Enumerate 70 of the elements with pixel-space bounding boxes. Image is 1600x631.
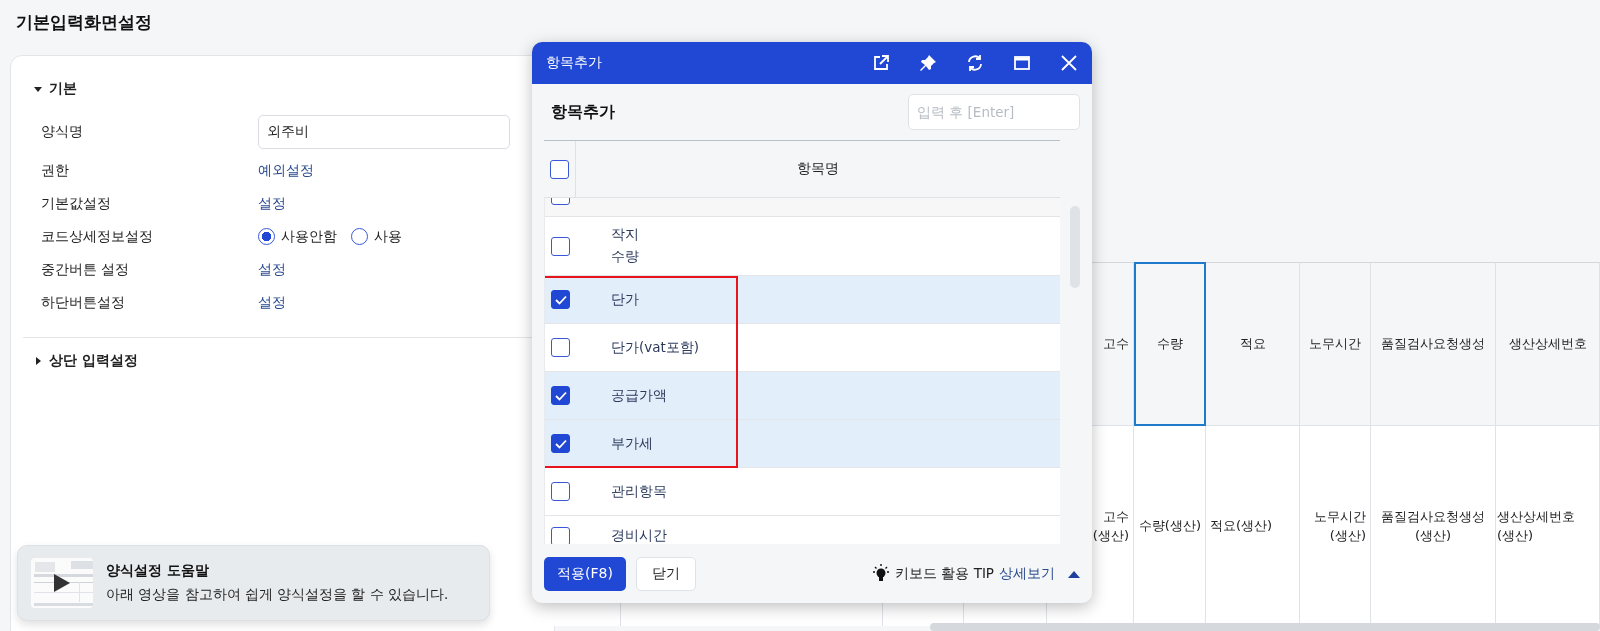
checkbox[interactable] xyxy=(551,290,570,309)
list-row[interactable]: 부가세 xyxy=(545,420,1060,468)
list-row[interactable]: 단가(vat포함) xyxy=(545,324,1060,372)
list-row[interactable]: 관리항목 xyxy=(545,468,1060,516)
field-label: 코드상세정보설정 xyxy=(41,227,154,246)
checkbox[interactable] xyxy=(551,482,570,501)
field-label: 기본값설정 xyxy=(41,194,112,213)
help-description: 아래 영상을 참고하여 쉽게 양식설정을 할 수 있습니다. xyxy=(106,586,449,604)
setting-link[interactable]: 설정 xyxy=(258,293,286,312)
radio-button[interactable] xyxy=(258,228,275,245)
column-header[interactable]: 노무시간 xyxy=(1300,262,1371,426)
pin-icon[interactable] xyxy=(919,54,937,72)
input-field[interactable]: 외주비 xyxy=(258,115,510,149)
item-name: 공급가액 xyxy=(610,385,667,405)
table-cell: 품질검사요청생성(생산) xyxy=(1371,426,1496,626)
tip-label: 키보드 활용 TIP xyxy=(895,564,994,583)
list-row[interactable]: 공급가액 xyxy=(545,372,1060,420)
column-header[interactable]: 품질검사요청생성 xyxy=(1371,262,1496,426)
help-title: 양식설정 도움말 xyxy=(106,562,210,580)
lightbulb-icon xyxy=(872,563,891,584)
maximize-icon[interactable] xyxy=(1013,54,1031,72)
table-cell: 생산상세번호 (생산) xyxy=(1496,426,1600,626)
checkbox[interactable] xyxy=(551,236,570,256)
caret-up-icon[interactable] xyxy=(1068,569,1080,578)
setting-link[interactable]: 예외설정 xyxy=(258,161,314,180)
setting-link[interactable]: 설정 xyxy=(258,194,286,213)
external-link-icon[interactable] xyxy=(872,54,890,72)
search-field[interactable]: 입력 후 [Enter] xyxy=(908,94,1080,130)
item-name: 작지 수량 xyxy=(610,225,639,266)
radio-label[interactable]: 사용안함 xyxy=(281,227,337,246)
apply-button[interactable]: 적용(F8) xyxy=(544,556,626,591)
close-button[interactable]: 닫기 xyxy=(635,556,696,591)
page-title: 기본입력화면설정 xyxy=(16,11,152,34)
help-card[interactable]: 양식설정 도움말 아래 영상을 참고하여 쉽게 양식설정을 할 수 있습니다. xyxy=(17,545,490,621)
checkbox[interactable] xyxy=(551,386,570,405)
field-label: 하단버튼설정 xyxy=(41,293,126,312)
column-header: 항목명 xyxy=(796,159,840,178)
field-label: 양식명 xyxy=(41,123,84,141)
play-icon[interactable] xyxy=(53,573,71,593)
list-row[interactable]: 경비시간 xyxy=(545,516,1060,544)
section-title[interactable]: 기본 xyxy=(49,80,77,98)
item-name: 경비시간 xyxy=(610,526,667,544)
refresh-icon[interactable] xyxy=(966,54,984,72)
item-name: 단가 xyxy=(610,289,639,309)
dialog-heading: 항목추가 xyxy=(551,101,615,123)
radio-label[interactable]: 사용 xyxy=(374,227,402,246)
caret-right-icon[interactable] xyxy=(33,356,43,366)
column-header[interactable]: 생산상세번호 xyxy=(1496,262,1600,426)
dialog-title: 항목추가 xyxy=(546,54,602,72)
caret-down-icon[interactable] xyxy=(33,84,43,94)
section-title[interactable]: 상단 입력설정 xyxy=(49,352,138,370)
setting-link[interactable]: 설정 xyxy=(258,260,286,279)
table-cell: 수량(생산) xyxy=(1134,426,1206,626)
item-name: 관리항목 xyxy=(610,481,667,501)
field-label: 중간버튼 설정 xyxy=(41,260,131,279)
list-row[interactable]: 단가 xyxy=(545,276,1060,324)
column-header[interactable]: 수량 xyxy=(1134,262,1206,426)
column-header[interactable]: 적요 xyxy=(1206,262,1300,426)
checkbox[interactable] xyxy=(551,338,570,357)
scrollbar[interactable] xyxy=(930,623,1600,631)
item-name: 단가(vat포함) xyxy=(610,337,700,357)
field-label: 권한 xyxy=(41,161,70,180)
table-cell: 적요(생산) xyxy=(1206,426,1300,626)
close-icon[interactable] xyxy=(1060,54,1078,72)
checkbox[interactable] xyxy=(551,526,570,544)
checkbox[interactable] xyxy=(550,159,569,179)
table-cell: 노무시간 (생산) xyxy=(1300,426,1371,626)
checkbox[interactable] xyxy=(551,434,570,453)
item-name: 부가세 xyxy=(610,433,653,453)
list-row[interactable]: 작지 수량 xyxy=(545,217,1060,276)
